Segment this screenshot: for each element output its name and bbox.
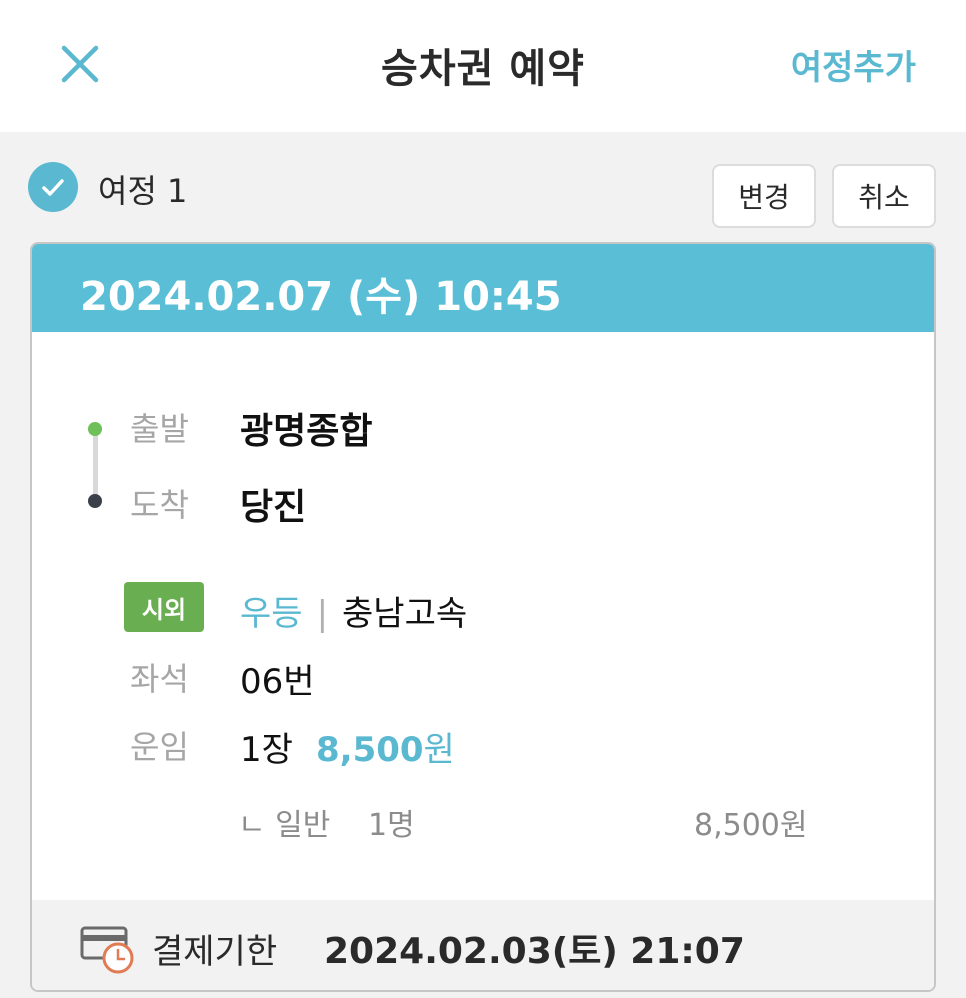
ticket-card: 2024.02.07 (수) 10:45 출발 광명종합 도착 당진 시외 우등… [30, 242, 936, 992]
add-trip-button[interactable]: 여정추가 [791, 40, 916, 89]
fare-unit: 원 [423, 730, 455, 770]
cancel-button[interactable]: 취소 [832, 164, 936, 228]
departure-dot-icon [88, 422, 102, 436]
passenger-count: 1명 [368, 808, 415, 843]
trip-header: 여정 1 변경 취소 [28, 160, 938, 232]
check-circle-icon [28, 162, 78, 212]
card-clock-icon [80, 926, 134, 974]
departure-datetime: 2024.02.07 (수) 10:45 [80, 274, 562, 320]
fare-amount: 8,500원 [316, 722, 455, 771]
ticket-card-header: 2024.02.07 (수) 10:45 [32, 244, 934, 332]
route-line [93, 432, 98, 498]
bus-company: 충남고속 [342, 594, 468, 634]
bus-type-badge: 시외 [124, 582, 204, 632]
bus-grade: 우등 [240, 594, 303, 634]
separator: | [316, 594, 329, 634]
deadline-label: 결제기한 [152, 932, 278, 972]
deadline-value: 2024.02.03(토) 21:07 [324, 931, 745, 972]
departure-label: 출발 [130, 410, 189, 448]
seat-number: 06번 [240, 662, 315, 702]
fare-label: 운임 [130, 728, 189, 766]
bus-info: 우등 | 충남고속 [240, 586, 467, 635]
passenger-price: 8,500원 [694, 808, 808, 843]
fare-number: 8,500 [316, 730, 424, 770]
trip-label: 여정 1 [98, 172, 188, 210]
top-bar: 승차권 예약 여정추가 [0, 0, 966, 132]
arrival-terminal: 당진 [240, 487, 307, 528]
change-button[interactable]: 변경 [712, 164, 816, 228]
ticket-count: 1장 [240, 730, 293, 770]
passenger-type: ㄴ 일반 [238, 808, 331, 843]
payment-deadline-bar: 결제기한 2024.02.03(토) 21:07 [32, 900, 934, 990]
seat-label: 좌석 [130, 660, 189, 698]
departure-terminal: 광명종합 [240, 411, 373, 452]
arrival-label: 도착 [130, 486, 189, 524]
arrival-dot-icon [88, 494, 102, 508]
